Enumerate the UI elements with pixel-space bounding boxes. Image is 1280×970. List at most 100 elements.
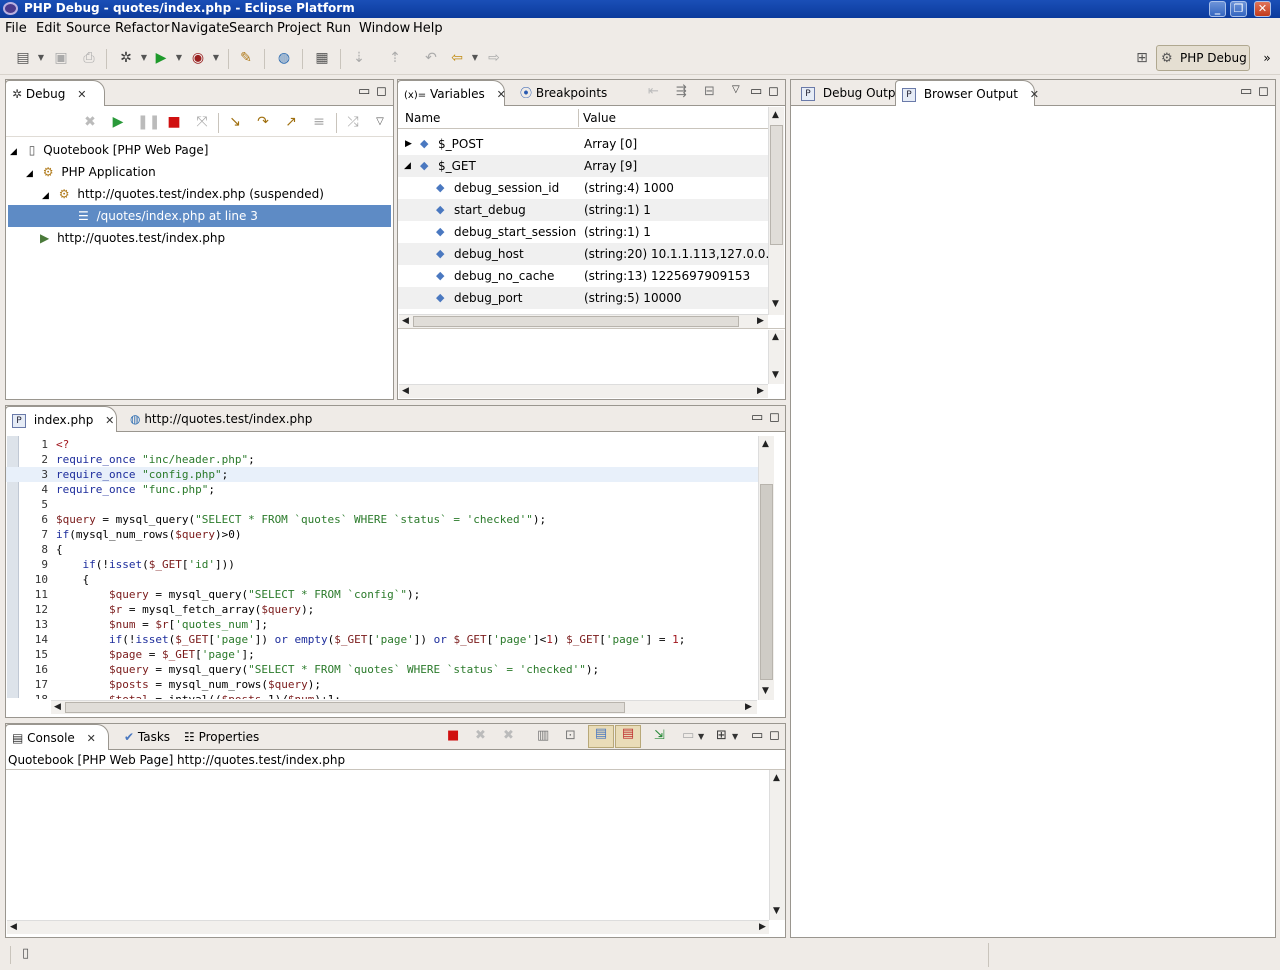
close-icon[interactable]: ✕ xyxy=(497,82,506,108)
collapse-all-icon[interactable]: ⊟ xyxy=(704,84,715,99)
menu-project[interactable]: Project xyxy=(277,21,321,36)
step-return-icon[interactable]: ↗ xyxy=(282,113,300,131)
chevron-right-icon[interactable]: ▶ xyxy=(405,133,412,155)
menu-search[interactable]: Search xyxy=(229,21,274,36)
variable-row[interactable]: ◢ ◆ $_GET Array [9] xyxy=(398,155,768,177)
menu-run[interactable]: Run xyxy=(326,21,351,36)
disconnect-icon[interactable]: ⤧ xyxy=(193,113,211,131)
run-icon[interactable]: ▶ xyxy=(152,49,170,67)
back-icon[interactable]: ⇦ xyxy=(448,49,466,67)
chevron-down-icon[interactable]: ◢ xyxy=(42,191,49,201)
tree-item-launch[interactable]: ◢ ▯ Quotebook [PHP Web Page] xyxy=(10,139,208,161)
terminate-icon[interactable]: ■ xyxy=(447,728,459,743)
minimize-icon[interactable]: ▭ xyxy=(1240,84,1252,99)
menu-refactor[interactable]: Refactor xyxy=(115,21,170,36)
menu-file[interactable]: File xyxy=(5,21,27,36)
fast-view-icon[interactable]: ▯ xyxy=(22,946,29,961)
chevron-down-icon[interactable]: ▼ xyxy=(466,49,484,67)
open-perspective-icon[interactable]: ⊞ xyxy=(1133,49,1151,67)
clear-console-icon[interactable]: ▥ xyxy=(537,728,549,743)
variable-row[interactable]: ◆ debug_start_session (string:1) 1 xyxy=(398,221,768,243)
close-icon[interactable]: ✕ xyxy=(1030,82,1039,108)
maximize-icon[interactable]: ◻ xyxy=(769,728,780,743)
more-perspectives-icon[interactable]: » xyxy=(1258,49,1276,67)
close-icon[interactable]: ✕ xyxy=(105,408,114,434)
debug-icon[interactable]: ✲ xyxy=(117,49,135,67)
prev-annotation-icon[interactable]: ⇡ xyxy=(386,49,404,67)
editor-hscroll[interactable]: ◀ ▶ xyxy=(51,700,757,714)
chevron-down-icon[interactable]: ▼ xyxy=(135,49,153,67)
chevron-down-icon[interactable]: ▼ xyxy=(207,49,225,67)
minimize-icon[interactable]: ▭ xyxy=(751,728,763,743)
minimize-icon[interactable]: _ xyxy=(1209,1,1226,17)
annotation-icon[interactable]: ▦ xyxy=(313,49,331,67)
maximize-icon[interactable]: ◻ xyxy=(769,410,780,425)
column-value[interactable]: Value xyxy=(583,107,616,129)
display-console-icon[interactable]: ▭ xyxy=(682,728,694,743)
menu-help[interactable]: Help xyxy=(413,21,443,36)
tab-index-php[interactable]: P index.php ✕ xyxy=(5,406,117,432)
console-hscroll[interactable]: ◀ ▶ xyxy=(7,920,769,934)
maximize-icon[interactable]: ◻ xyxy=(1258,84,1269,99)
detail-vscroll[interactable]: ▲ ▼ xyxy=(768,330,784,384)
tab-console[interactable]: ▤ Console ✕ xyxy=(5,724,109,750)
column-name[interactable]: Name xyxy=(405,107,440,129)
minimize-icon[interactable]: ▭ xyxy=(751,410,763,425)
chevron-down-icon[interactable]: ▼ xyxy=(170,49,188,67)
variables-vscroll[interactable]: ▲ ▼ xyxy=(768,107,784,315)
resume-icon[interactable]: ▶ xyxy=(109,113,127,131)
chevron-down-icon[interactable]: ◢ xyxy=(10,147,17,157)
variable-row[interactable]: ◆ debug_host (string:20) 10.1.1.113,127.… xyxy=(398,243,777,265)
maximize-icon[interactable]: ❐ xyxy=(1230,1,1247,17)
tree-item-process[interactable]: ▶ http://quotes.test/index.php xyxy=(40,227,225,249)
last-edit-icon[interactable]: ↶ xyxy=(422,49,440,67)
minimize-icon[interactable]: ▭ xyxy=(358,84,370,99)
tab-breakpoints[interactable]: ⦿ Breakpoints xyxy=(514,80,607,106)
menu-edit[interactable]: Edit xyxy=(36,21,61,36)
save-icon[interactable]: ▣ xyxy=(52,49,70,67)
new-icon[interactable]: ▤ xyxy=(14,49,32,67)
close-icon[interactable]: ✕ xyxy=(87,726,96,752)
use-step-filters-icon[interactable]: ⤮ xyxy=(344,113,362,131)
php-project-icon[interactable]: ✎ xyxy=(237,49,255,67)
remove-all-terminated-icon[interactable]: ✖ xyxy=(503,728,514,743)
chevron-down-icon[interactable]: ▼ xyxy=(32,49,50,67)
tab-debug[interactable]: ✲ Debug ✕ xyxy=(5,80,105,106)
step-over-icon[interactable]: ↷ xyxy=(254,113,272,131)
editor-vscroll[interactable]: ▲ ▼ xyxy=(758,436,774,700)
tree-item-stack-frame[interactable]: ☰ /quotes/index.php at line 3 xyxy=(8,205,391,227)
maximize-icon[interactable]: ◻ xyxy=(376,84,387,99)
tree-item-thread[interactable]: ◢ ⚙ http://quotes.test/index.php (suspen… xyxy=(42,183,324,205)
chevron-down-icon[interactable]: ◢ xyxy=(26,169,33,179)
variable-row[interactable]: ◆ debug_session_id (string:4) 1000 xyxy=(398,177,768,199)
forward-icon[interactable]: ⇨ xyxy=(485,49,503,67)
maximize-icon[interactable]: ◻ xyxy=(768,84,779,99)
variable-row[interactable]: ◆ start_debug (string:1) 1 xyxy=(398,199,768,221)
variable-row[interactable]: ◆ debug_no_cache (string:13) 12256979091… xyxy=(398,265,768,287)
drop-to-frame-icon[interactable]: ≡ xyxy=(310,113,328,131)
menu-window[interactable]: Window xyxy=(359,21,410,36)
tab-tasks[interactable]: ✔ Tasks xyxy=(118,724,170,750)
external-tools-icon[interactable]: ◉ xyxy=(189,49,207,67)
scroll-lock-icon[interactable]: ⊡ xyxy=(565,728,576,743)
variable-row[interactable]: ▶ ◆ $_POST Array [0] xyxy=(398,133,768,155)
menu-navigate[interactable]: Navigate xyxy=(171,21,229,36)
view-menu-icon[interactable]: ▽ xyxy=(371,113,389,131)
close-icon[interactable]: ✕ xyxy=(77,82,86,108)
terminate-icon[interactable]: ■ xyxy=(165,113,183,131)
print-icon[interactable]: ⎙ xyxy=(80,49,98,67)
console-vscroll[interactable]: ▲ ▼ xyxy=(769,770,785,920)
chevron-down-icon[interactable]: ▼ xyxy=(698,732,704,741)
remove-terminated-icon[interactable]: ✖ xyxy=(81,113,99,131)
close-icon[interactable]: ✕ xyxy=(1254,1,1271,17)
browser-icon[interactable]: ◍ xyxy=(275,49,293,67)
show-on-stderr-icon[interactable]: ▤ xyxy=(615,725,641,748)
minimize-icon[interactable]: ▭ xyxy=(750,84,762,99)
tab-browser-output[interactable]: P Browser Output ✕ xyxy=(895,80,1039,106)
suspend-icon[interactable]: ❚❚ xyxy=(137,113,160,131)
tree-item-application[interactable]: ◢ ⚙ PHP Application xyxy=(26,161,156,183)
show-type-names-icon[interactable]: ⇤ xyxy=(648,84,659,99)
show-logical-structure-icon[interactable]: ⇶ xyxy=(676,84,687,99)
variable-row[interactable]: ◆ debug_port (string:5) 10000 xyxy=(398,287,768,309)
pin-console-icon[interactable]: ⇲ xyxy=(654,728,665,743)
